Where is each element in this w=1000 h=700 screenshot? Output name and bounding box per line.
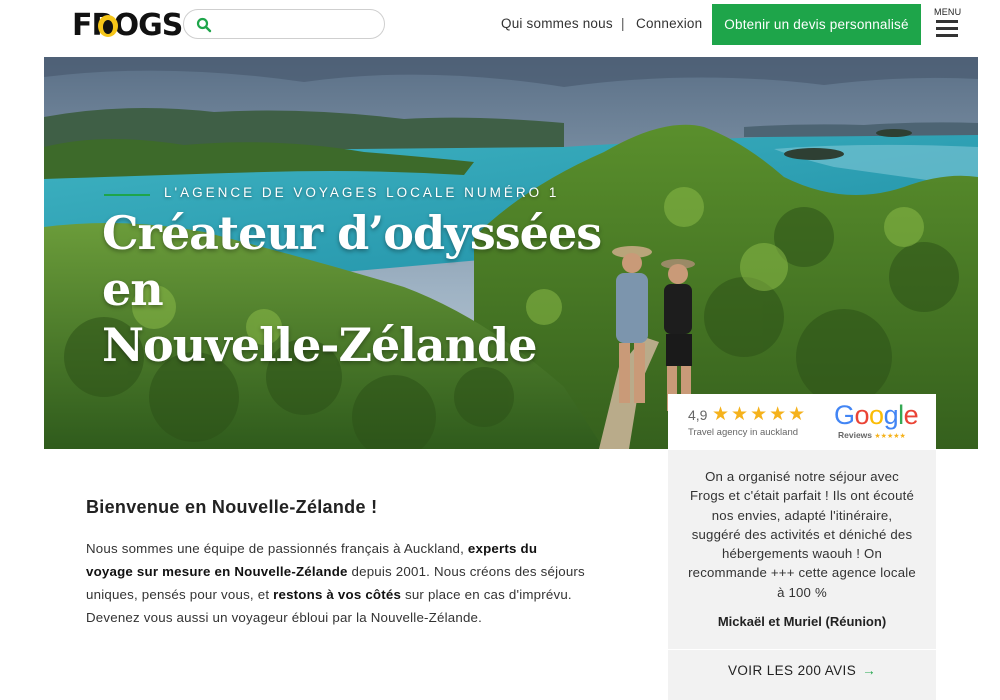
site-header: FROGS Qui sommes nous | Connexion Obteni…	[0, 0, 1000, 56]
google-reviews-text: Reviews	[838, 430, 873, 440]
google-logo: Google	[834, 400, 919, 430]
hero-title-line2: Nouvelle-Zélande	[102, 318, 537, 372]
see-all-reviews-label: VOIR LES 200 AVIS	[727, 663, 857, 678]
quote-request-button[interactable]: Obtenir un devis personnalisé	[712, 4, 921, 45]
welcome-text-1: Nous sommes une équipe de passionnés fra…	[86, 541, 468, 556]
search-icon	[196, 17, 212, 33]
logo-text: FROGS	[72, 7, 183, 43]
arrow-right-icon: →	[862, 663, 877, 678]
google-reviews-label: Reviews ★★★★★	[838, 430, 906, 440]
see-all-reviews-link[interactable]: VOIR LES 200 AVIS →	[668, 663, 936, 678]
rating-subtitle: Travel agency in auckland	[688, 427, 799, 438]
nav-separator: |	[621, 16, 625, 31]
hero-title: Créateur d’odyssées en Nouvelle-Zélande	[102, 205, 662, 373]
testimonial-divider	[668, 649, 936, 650]
hero-title-line1: Créateur d’odyssées en	[102, 206, 602, 316]
testimonial-author: Mickaël et Muriel (Réunion)	[717, 614, 887, 629]
testimonial-quote: On a organisé notre séjour avec Frogs et…	[688, 469, 916, 600]
welcome-bold-2: restons à vos côtés	[273, 587, 402, 602]
welcome-heading: Bienvenue en Nouvelle-Zélande !	[86, 497, 378, 517]
hero-banner: L'AGENCE DE VOYAGES LOCALE NUMÉRO 1 Créa…	[44, 57, 978, 449]
frogs-logo[interactable]: FROGS	[72, 8, 183, 43]
eyebrow-accent-line	[104, 194, 150, 196]
frog-icon	[98, 15, 118, 37]
google-reviews-stars: ★★★★★	[874, 433, 906, 440]
hero-eyebrow: L'AGENCE DE VOYAGES LOCALE NUMÉRO 1	[164, 185, 560, 200]
hamburger-icon	[936, 20, 958, 41]
nav-link-about[interactable]: Qui sommes nous	[501, 16, 613, 31]
search-input[interactable]	[220, 14, 376, 34]
welcome-paragraph: Nous sommes une équipe de passionnés fra…	[86, 537, 586, 629]
google-rating-badge[interactable]: 4,9 ★★★★★ Travel agency in auckland Goog…	[668, 394, 936, 450]
rating-stars: ★★★★★	[712, 404, 808, 425]
search-bar[interactable]	[183, 9, 385, 39]
rating-score: 4,9	[688, 407, 708, 423]
testimonial-card: On a organisé notre séjour avec Frogs et…	[668, 450, 936, 700]
nav-link-login[interactable]: Connexion	[636, 16, 702, 31]
menu-label: MENU	[934, 7, 962, 17]
menu-button[interactable]: MENU	[932, 7, 964, 41]
